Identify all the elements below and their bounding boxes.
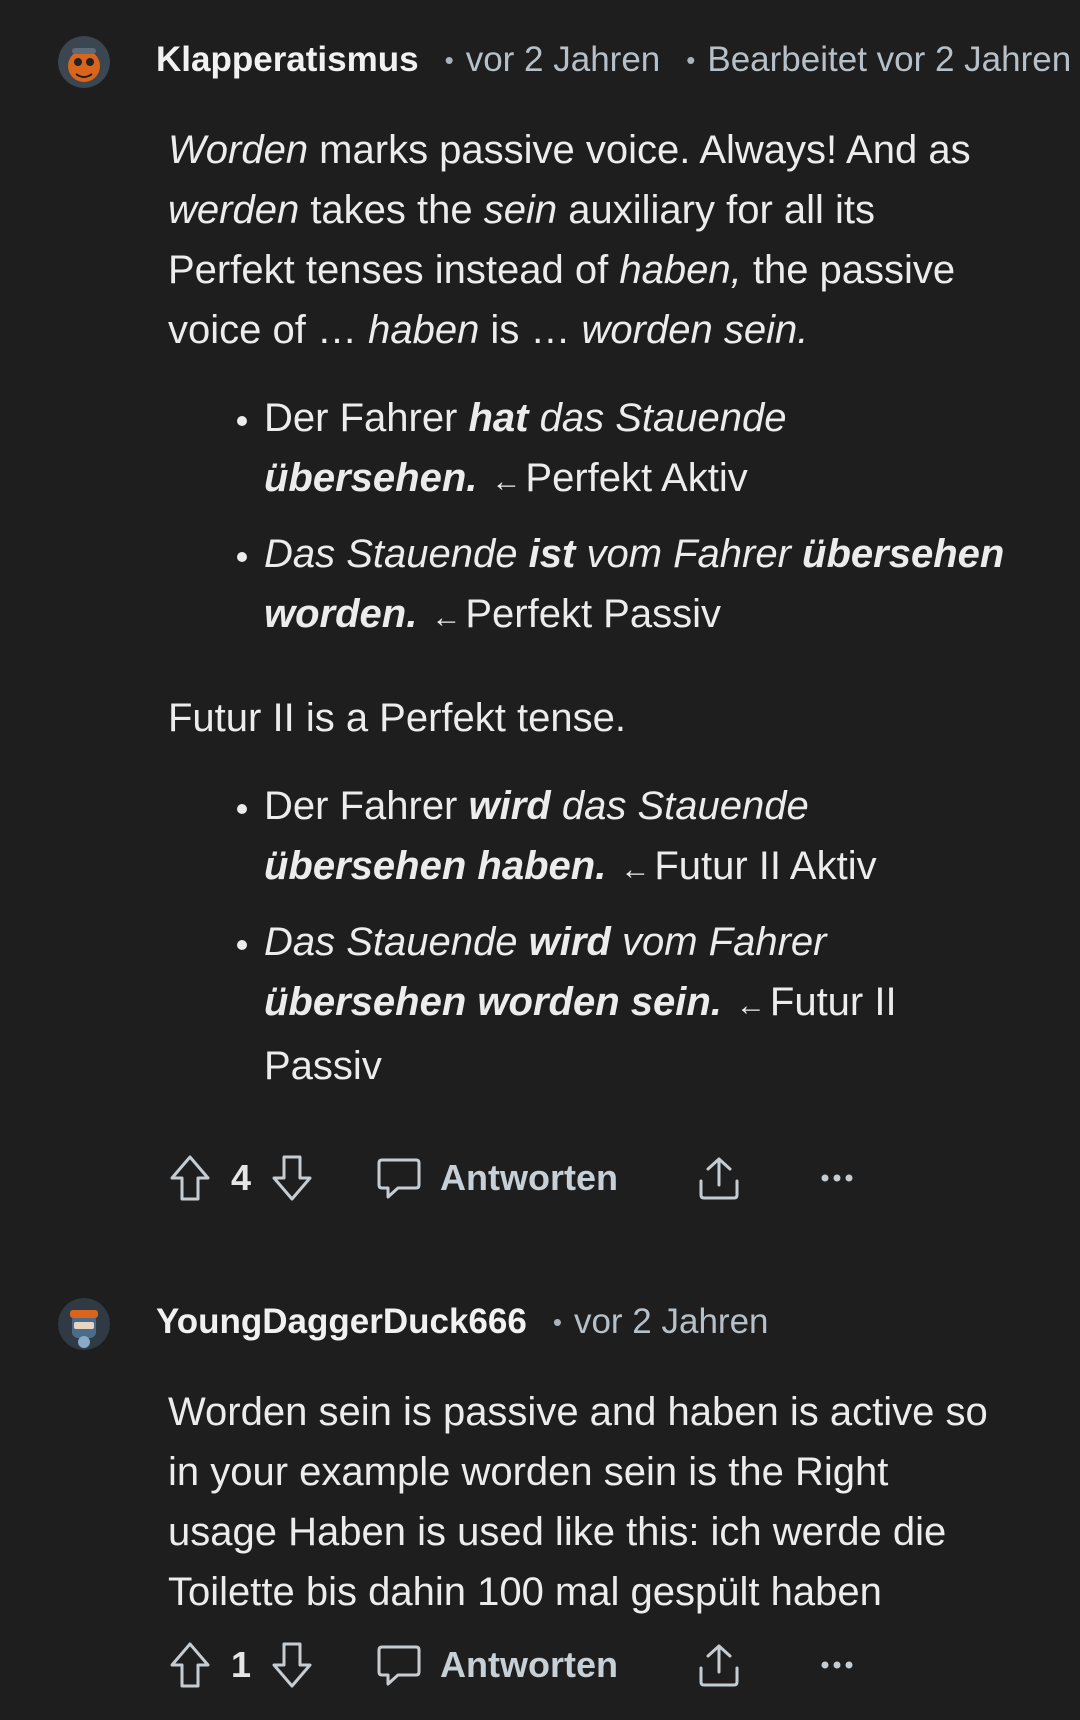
- list-item: Der Fahrer wird das Stauende übersehen h…: [264, 776, 1008, 900]
- share-icon[interactable]: [696, 1155, 742, 1201]
- upvote-icon[interactable]: [168, 1641, 212, 1689]
- comment-paragraph: Worden marks passive voice. Always! And …: [168, 128, 971, 352]
- comment-paragraph: Futur II is a Perfekt tense.: [168, 696, 626, 740]
- list-item: Das Stauende wird vom Fahrer übersehen w…: [264, 912, 1008, 1096]
- reply-button[interactable]: Antworten: [376, 1155, 618, 1201]
- example-list: Der Fahrer hat das Stauende übersehen.←P…: [168, 388, 1008, 648]
- downvote-icon[interactable]: [270, 1154, 314, 1202]
- share-icon[interactable]: [696, 1642, 742, 1688]
- downvote-icon[interactable]: [270, 1641, 314, 1689]
- meta-separator: •: [444, 44, 454, 75]
- edited-time: Bearbeitet vor 2 Jahren: [707, 40, 1072, 79]
- reply-button[interactable]: Antworten: [376, 1642, 618, 1688]
- meta-separator: •: [552, 1306, 562, 1337]
- comment-meta: YoungDaggerDuck666 • vor 2 Jahren: [156, 1302, 769, 1342]
- comment-body: Worden marks passive voice. Always! And …: [168, 120, 1008, 1136]
- username[interactable]: YoungDaggerDuck666: [156, 1302, 527, 1342]
- comment-actions: 1 Antworten: [168, 1635, 854, 1695]
- more-icon[interactable]: [820, 1172, 854, 1184]
- reply-label: Antworten: [440, 1157, 618, 1198]
- more-icon[interactable]: [820, 1659, 854, 1671]
- user-avatar[interactable]: [58, 36, 110, 88]
- user-avatar[interactable]: [58, 1298, 110, 1350]
- vote-count: 1: [230, 1644, 252, 1685]
- comment-icon: [376, 1642, 422, 1688]
- list-item: Der Fahrer hat das Stauende übersehen.←P…: [264, 388, 1008, 512]
- comment-actions: 4 Antworten: [168, 1148, 854, 1208]
- upvote-icon[interactable]: [168, 1154, 212, 1202]
- comment-time: vor 2 Jahren: [465, 40, 661, 79]
- comment-meta: Klapperatismus • vor 2 Jahren • Bearbeit…: [156, 40, 1071, 80]
- vote-count: 4: [230, 1157, 252, 1198]
- reply-label: Antworten: [440, 1644, 618, 1685]
- comment-time: vor 2 Jahren: [573, 1302, 769, 1341]
- comment-icon: [376, 1155, 422, 1201]
- username[interactable]: Klapperatismus: [156, 40, 419, 80]
- list-item: Das Stauende ist vom Fahrer übersehen wo…: [264, 524, 1008, 648]
- comment-paragraph: Worden sein is passive and haben is acti…: [168, 1390, 988, 1614]
- meta-separator: •: [686, 44, 696, 75]
- example-list: Der Fahrer wird das Stauende übersehen h…: [168, 776, 1008, 1096]
- comment-body: Worden sein is passive and haben is acti…: [168, 1382, 1008, 1622]
